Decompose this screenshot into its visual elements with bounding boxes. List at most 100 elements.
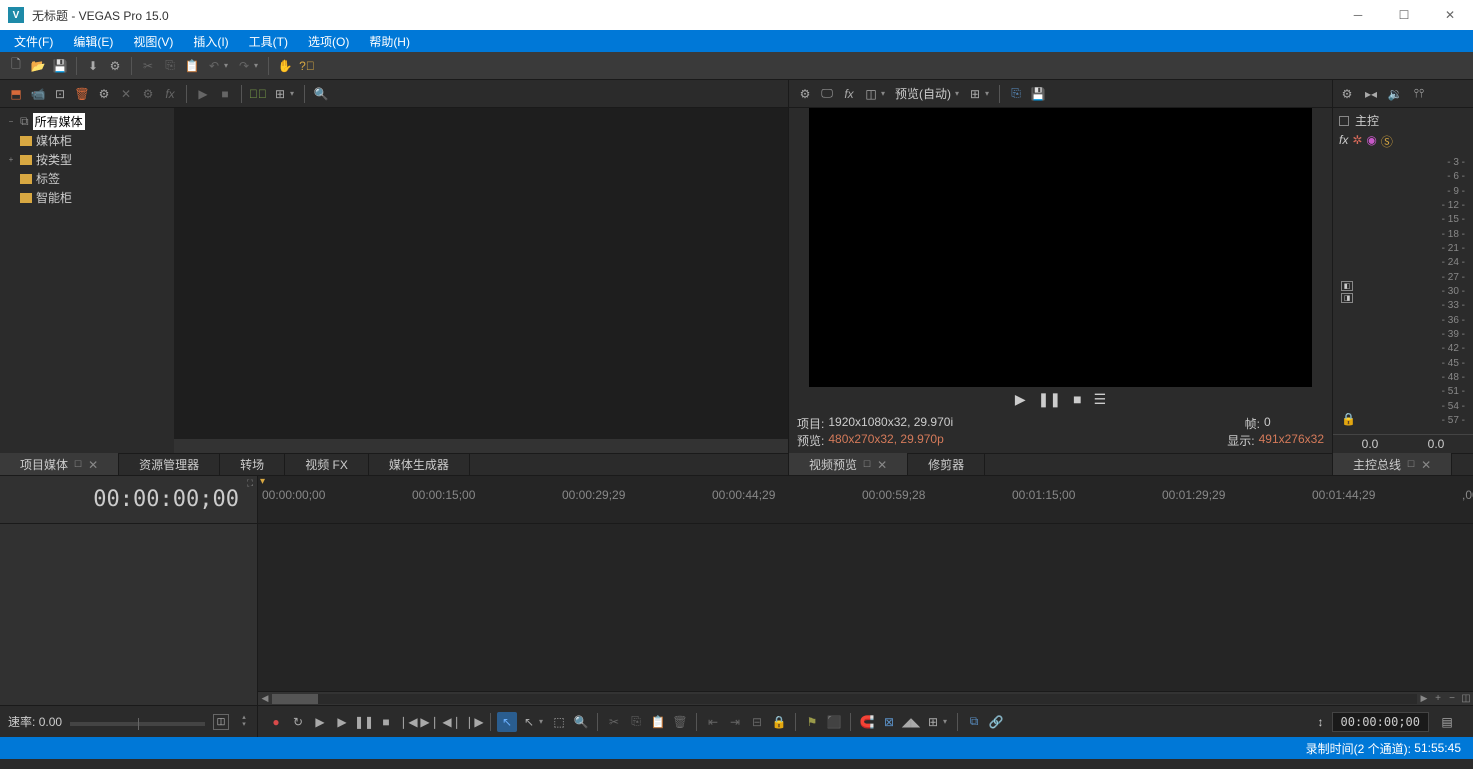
go-end-icon[interactable]: ▶❘: [420, 712, 440, 732]
auto-crossfade-icon[interactable]: ◢◣: [901, 712, 921, 732]
mixer-settings-icon[interactable]: ⫯⫯: [1409, 84, 1429, 104]
time-ruler[interactable]: 00:00:00;0000:00:15;0000:00:29;2900:00:4…: [258, 488, 1473, 524]
tab-master-bus[interactable]: 主控总线 ☐ ✕: [1333, 453, 1452, 476]
expand-icon[interactable]: −: [6, 117, 16, 126]
tab-explorer[interactable]: 资源管理器: [119, 453, 220, 476]
play-start-icon[interactable]: ▶: [310, 712, 330, 732]
quantize-icon[interactable]: ⊞: [923, 712, 943, 732]
zoom-out-icon[interactable]: −: [1445, 692, 1459, 706]
normal-edit-icon[interactable]: ↖: [497, 712, 517, 732]
menu-view[interactable]: 视图(V): [123, 31, 183, 52]
pause-icon[interactable]: ❚❚: [1038, 391, 1061, 408]
ignore-event-grouping-icon[interactable]: ⧉: [964, 712, 984, 732]
rate-slider[interactable]: [70, 722, 205, 726]
overlays-icon[interactable]: ⊞: [965, 84, 985, 104]
import-media-icon[interactable]: ⬒: [6, 84, 26, 104]
link-icon[interactable]: 🔗: [986, 712, 1006, 732]
close-icon[interactable]: ✕: [88, 458, 98, 472]
fx-plugin-icon[interactable]: ◉: [1366, 133, 1376, 150]
redo-icon[interactable]: ↷: [234, 56, 254, 76]
undo-dropdown[interactable]: ▾: [224, 61, 232, 70]
split-l-icon[interactable]: ◧: [1341, 281, 1353, 291]
lock-icon[interactable]: 🔒: [1341, 412, 1356, 426]
external-monitor-icon[interactable]: 🖵: [817, 84, 837, 104]
save-snapshot-icon[interactable]: 💾: [1028, 84, 1048, 104]
master-settings-icon[interactable]: ⚙: [1337, 84, 1357, 104]
tab-generators[interactable]: 媒体生成器: [369, 453, 470, 476]
selection-icon[interactable]: ⬚: [549, 712, 569, 732]
search-icon[interactable]: 🔍: [311, 84, 331, 104]
next-frame-icon[interactable]: ❘▶: [464, 712, 484, 732]
marker-icon[interactable]: ⚑: [802, 712, 822, 732]
scroll-left-icon[interactable]: ◀: [258, 692, 272, 706]
menu-help[interactable]: 帮助(H): [359, 31, 420, 52]
lock-icon[interactable]: 🔒: [769, 712, 789, 732]
render-icon[interactable]: ⬇: [83, 56, 103, 76]
zoom-tool-icon[interactable]: 🔍: [571, 712, 591, 732]
fx-label-icon[interactable]: fx: [160, 84, 180, 104]
copy-tl-icon[interactable]: ⎘: [626, 712, 646, 732]
touch-icon[interactable]: ✋: [275, 56, 295, 76]
split-dropdown[interactable]: ▾: [881, 89, 889, 98]
zoom-height-icon[interactable]: ◫: [1459, 692, 1473, 706]
copy-snapshot-icon[interactable]: ⎘: [1006, 84, 1026, 104]
get-media-icon[interactable]: ⊡: [50, 84, 70, 104]
tab-video-preview[interactable]: 视频预览 ☐ ✕: [789, 453, 908, 476]
view-icon[interactable]: ⊞: [270, 84, 290, 104]
quality-dropdown[interactable]: 预览(自动): [891, 85, 955, 102]
track-height-down-icon[interactable]: ▾: [239, 722, 249, 728]
fx-gear-icon[interactable]: ✲: [1352, 133, 1362, 150]
media-properties-icon[interactable]: ⚙: [94, 84, 114, 104]
io-icon[interactable]: [1339, 116, 1349, 126]
cursor-timecode[interactable]: 00:00:00;00: [1332, 712, 1429, 732]
pin-icon[interactable]: ☐: [74, 459, 82, 470]
open-icon[interactable]: 📂: [28, 56, 48, 76]
maximize-button[interactable]: ☐: [1381, 0, 1427, 30]
scrollbar-h[interactable]: [174, 439, 788, 453]
track-list[interactable]: [0, 524, 257, 705]
trim-start-icon[interactable]: ⇤: [703, 712, 723, 732]
auto-preview-icon[interactable]: ▶⃝: [248, 84, 268, 104]
media-gear-icon[interactable]: ⚙: [138, 84, 158, 104]
timecode-display[interactable]: 00:00:00;00: [0, 476, 257, 524]
cut-icon[interactable]: ✂: [138, 56, 158, 76]
view-dropdown[interactable]: ▾: [290, 89, 298, 98]
cut-tl-icon[interactable]: ✂: [604, 712, 624, 732]
cursor-marker-icon[interactable]: ▾: [260, 476, 265, 487]
rate-mode-icon[interactable]: ◫: [213, 714, 229, 730]
pin-icon[interactable]: ☐: [863, 459, 871, 470]
tracks-body[interactable]: [258, 524, 1473, 691]
downmix-icon[interactable]: 🔉: [1385, 84, 1405, 104]
scroll-right-icon[interactable]: ▶: [1417, 692, 1431, 706]
snap-icon[interactable]: 🧲: [857, 712, 877, 732]
scroll-thumb[interactable]: [272, 694, 318, 704]
tree-item[interactable]: 智能柜: [4, 188, 170, 207]
paste-icon[interactable]: 📋: [182, 56, 202, 76]
play-preview-icon[interactable]: ▶: [193, 84, 213, 104]
menu-tools[interactable]: 工具(T): [239, 31, 298, 52]
stop-preview-icon[interactable]: ■: [215, 84, 235, 104]
region-icon[interactable]: ⬛: [824, 712, 844, 732]
close-button[interactable]: ✕: [1427, 0, 1473, 30]
timecode-menu-icon[interactable]: ▤: [1437, 712, 1457, 732]
trim-end-icon[interactable]: ⇥: [725, 712, 745, 732]
preview-settings-icon[interactable]: ⚙: [795, 84, 815, 104]
stop-icon[interactable]: ■: [1073, 391, 1081, 407]
media-fx-icon[interactable]: ✕: [116, 84, 136, 104]
stop-icon[interactable]: ■: [376, 712, 396, 732]
close-icon[interactable]: ✕: [877, 458, 887, 472]
help-icon[interactable]: ?⃝: [297, 56, 317, 76]
fx-icon[interactable]: fx: [1339, 133, 1348, 150]
remove-icon[interactable]: 🗑: [72, 84, 92, 104]
split-icon[interactable]: ⊟: [747, 712, 767, 732]
tab-project-media[interactable]: 项目媒体 ☐ ✕: [0, 453, 119, 476]
tree-item[interactable]: 标签: [4, 169, 170, 188]
tab-trimmer[interactable]: 修剪器: [908, 453, 985, 476]
media-grid[interactable]: [174, 108, 788, 453]
properties-icon[interactable]: ⚙: [105, 56, 125, 76]
menu-options[interactable]: 选项(O): [298, 31, 359, 52]
fx-s-icon[interactable]: Ⓢ: [1381, 133, 1393, 150]
tab-transitions[interactable]: 转场: [220, 453, 285, 476]
dim-icon[interactable]: ▸◂: [1361, 84, 1381, 104]
menu-file[interactable]: 文件(F): [4, 31, 63, 52]
